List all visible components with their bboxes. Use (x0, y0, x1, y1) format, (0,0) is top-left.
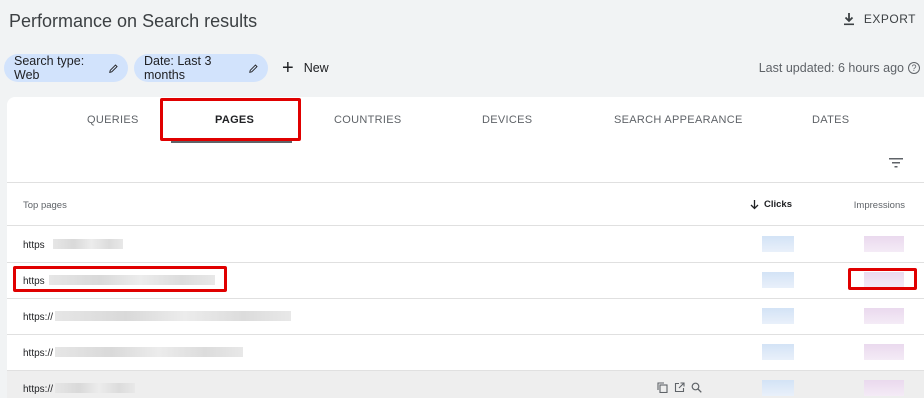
header: Performance on Search results EXPORT (0, 0, 924, 44)
url-highlight (13, 266, 227, 292)
last-updated-label: Last updated: 6 hours ago (758, 61, 904, 75)
redacted-url (53, 239, 123, 249)
page-title: Performance on Search results (9, 11, 258, 31)
last-updated: Last updated: 6 hours ago ? (759, 61, 920, 75)
clicks-value-redacted (762, 272, 794, 288)
impressions-highlight (848, 268, 917, 290)
impressions-value-redacted (864, 308, 904, 324)
open-in-new-icon[interactable] (674, 382, 685, 393)
impressions-value-redacted (864, 236, 904, 252)
clicks-label: Clicks (764, 199, 792, 210)
filter-icon[interactable] (889, 158, 903, 168)
column-header-clicks[interactable]: Clicks (750, 199, 792, 210)
report-card: QUERIES PAGES COUNTRIES DEVICES SEARCH A… (7, 97, 924, 398)
date-chip[interactable]: Date: Last 3 months (134, 54, 268, 82)
filter-bar: Search type: Web Date: Last 3 months + N… (0, 54, 924, 84)
pages-tab-highlight (160, 98, 301, 141)
clicks-value-redacted (762, 344, 794, 360)
pencil-icon (249, 63, 258, 73)
table-row[interactable]: https:// (7, 299, 924, 335)
table-row[interactable]: https:// (7, 335, 924, 371)
search-type-chip[interactable]: Search type: Web (4, 54, 128, 82)
page-url: https:// (23, 384, 54, 395)
table-row[interactable]: https (7, 227, 924, 263)
column-header-pages: Top pages (23, 200, 67, 211)
row-actions (657, 382, 702, 393)
date-label: Date: Last 3 months (144, 54, 212, 82)
tab-search-appearance[interactable]: SEARCH APPEARANCE (614, 114, 743, 126)
copy-icon[interactable] (657, 382, 668, 393)
tab-dates[interactable]: DATES (812, 114, 849, 126)
tab-countries[interactable]: COUNTRIES (334, 114, 401, 126)
impressions-value-redacted (864, 344, 904, 360)
column-header-impressions[interactable]: Impressions (854, 200, 905, 211)
page-url: https (23, 240, 45, 251)
clicks-value-redacted (762, 236, 794, 252)
table-row[interactable]: https:// (7, 371, 924, 398)
export-button[interactable]: EXPORT (842, 12, 916, 26)
table-header: Top pages Clicks Impressions (7, 184, 924, 226)
arrow-down-icon (750, 199, 759, 209)
clicks-value-redacted (762, 308, 794, 324)
new-filter-button[interactable]: + New (282, 54, 329, 82)
redacted-url (55, 347, 243, 357)
new-label: New (303, 61, 329, 75)
redacted-url (55, 383, 135, 393)
help-icon[interactable]: ? (908, 62, 920, 74)
table-filter-row (7, 143, 924, 183)
dimension-tabs: QUERIES PAGES COUNTRIES DEVICES SEARCH A… (7, 97, 924, 143)
pencil-icon (108, 63, 118, 73)
export-label: EXPORT (863, 12, 916, 26)
clicks-value-redacted (762, 380, 794, 396)
search-icon[interactable] (691, 382, 702, 393)
search-type-label: Search type: Web (14, 54, 85, 82)
download-icon (843, 13, 854, 26)
impressions-value-redacted (864, 380, 904, 396)
redacted-url (55, 311, 291, 321)
page-url: https:// (23, 312, 54, 323)
page-url: https:// (23, 348, 54, 359)
plus-icon: + (282, 57, 294, 79)
tab-devices[interactable]: DEVICES (482, 114, 532, 126)
tab-queries[interactable]: QUERIES (87, 114, 139, 126)
